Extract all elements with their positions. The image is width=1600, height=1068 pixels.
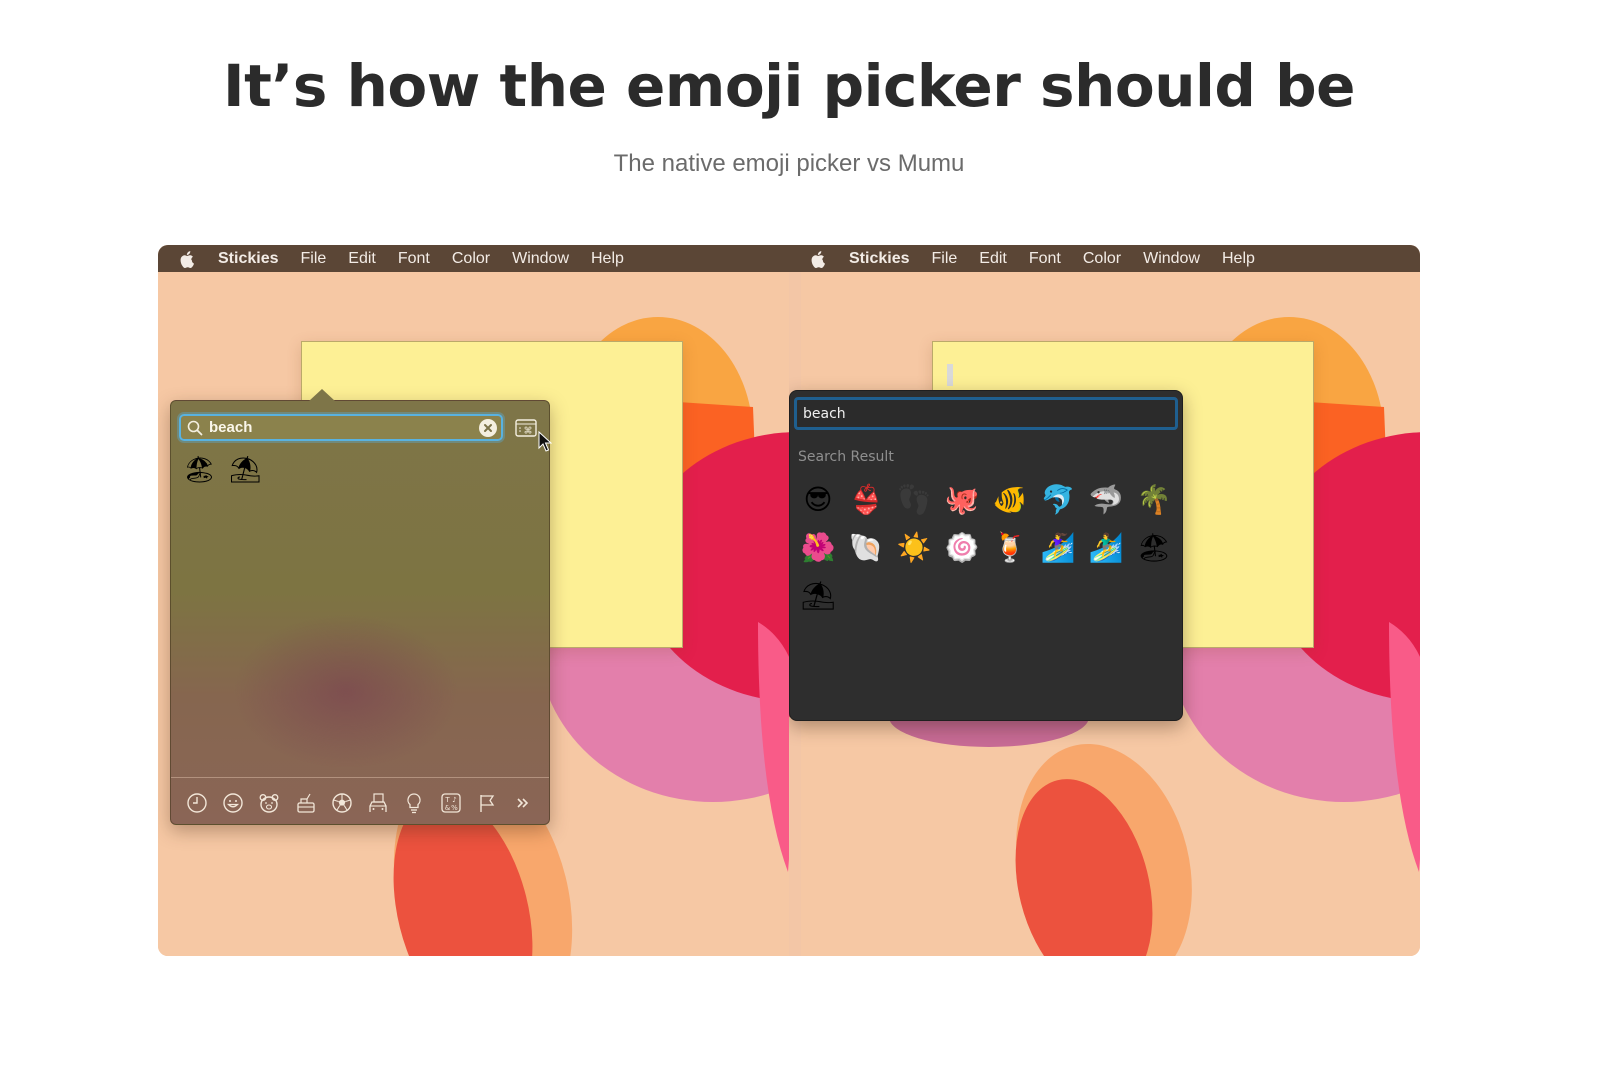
mumu-search-field[interactable]: [794, 397, 1178, 430]
category-smileys[interactable]: [221, 791, 245, 815]
mumu-emoji-picker: Search Result 😎 👙 👣 🐙 🐠 🐬 🦈 🌴 🌺 🐚 ☀️ 🍥 🍹…: [789, 390, 1183, 721]
category-objects[interactable]: [402, 791, 426, 815]
svg-text:%: %: [451, 804, 458, 812]
category-bar: T ♪ &%: [185, 789, 535, 817]
emoji-result-woman-surfing[interactable]: 🏄‍♀️: [1034, 523, 1082, 571]
text-insertion-point: [947, 364, 953, 386]
soccer-ball-icon: [332, 793, 352, 813]
emoji-result-fish-cake[interactable]: 🍥: [938, 523, 986, 571]
emoji-result-umbrella-on-ground[interactable]: ⛱: [794, 571, 842, 619]
svg-text:⌘: ⌘: [524, 427, 533, 437]
native-search-field[interactable]: [179, 414, 503, 441]
page-subheadline: The native emoji picker vs Mumu: [613, 150, 965, 177]
smiley-icon: [223, 793, 243, 813]
native-search-input[interactable]: [209, 419, 459, 436]
lightbulb-icon: [407, 793, 421, 814]
menu-font[interactable]: Font: [398, 250, 430, 268]
menu-help[interactable]: Help: [591, 250, 624, 268]
native-emoji-picker: ⌘ 🏖 ⛱: [170, 389, 550, 825]
menu-edit[interactable]: Edit: [979, 250, 1007, 268]
emoji-result-sun[interactable]: ☀️: [890, 523, 938, 571]
emoji-result-man-surfing[interactable]: 🏄‍♂️: [1082, 523, 1130, 571]
category-activity[interactable]: [330, 791, 354, 815]
emoji-result-footprints[interactable]: 👣: [890, 475, 938, 523]
double-chevron-right-icon: [517, 798, 529, 808]
menu-file[interactable]: File: [931, 250, 957, 268]
clear-search-button[interactable]: [479, 419, 497, 437]
car-building-icon: [369, 793, 387, 812]
apple-logo-icon[interactable]: [180, 250, 196, 268]
flag-icon: [480, 795, 494, 812]
search-icon: [187, 420, 203, 435]
mumu-search-input[interactable]: [803, 405, 1163, 422]
emoji-result-dolphin[interactable]: 🐬: [1034, 475, 1082, 523]
category-more[interactable]: [511, 791, 535, 815]
menu-app-stickies[interactable]: Stickies: [218, 250, 278, 268]
menu-color[interactable]: Color: [1083, 250, 1121, 268]
menu-app-stickies[interactable]: Stickies: [849, 250, 909, 268]
emoji-result-palm-tree[interactable]: 🌴: [1130, 475, 1178, 523]
category-flags[interactable]: [475, 791, 499, 815]
category-recent[interactable]: [185, 791, 209, 815]
apple-logo-icon[interactable]: [811, 250, 827, 268]
category-animals[interactable]: [257, 791, 281, 815]
emoji-result-spiral-shell[interactable]: 🐚: [842, 523, 890, 571]
comparison-screenshot: Stickies File Edit Font Color Window Hel…: [158, 245, 1420, 956]
emoji-result-umbrella-on-ground[interactable]: ⛱: [229, 453, 262, 487]
category-travel[interactable]: [366, 791, 390, 815]
search-result-label: Search Result: [798, 449, 894, 465]
emoji-result-beach-with-umbrella[interactable]: 🏖: [1130, 523, 1178, 571]
mouse-cursor-icon: [538, 431, 552, 452]
emoji-result-shark[interactable]: 🦈: [1082, 475, 1130, 523]
emoji-result-octopus[interactable]: 🐙: [938, 475, 986, 523]
menu-file[interactable]: File: [300, 250, 326, 268]
close-icon: [484, 424, 492, 432]
food-icon: [297, 793, 315, 813]
native-results-list: 🏖 ⛱: [183, 453, 262, 487]
emoji-result-tropical-fish[interactable]: 🐠: [986, 475, 1034, 523]
emoji-result-smiling-face-with-sunglasses[interactable]: 😎: [794, 475, 842, 523]
emoji-result-bikini[interactable]: 👙: [842, 475, 890, 523]
category-symbols[interactable]: T ♪ &%: [439, 791, 463, 815]
mumu-picker-pane: Stickies File Edit Font Color Window Hel…: [789, 245, 1420, 956]
bear-icon: [259, 794, 279, 813]
menu-bar: Stickies File Edit Font Color Window Hel…: [789, 245, 1420, 272]
menu-window[interactable]: Window: [1143, 250, 1200, 268]
menu-help[interactable]: Help: [1222, 250, 1255, 268]
svg-text:♪: ♪: [452, 796, 456, 804]
category-food[interactable]: [294, 791, 318, 815]
native-picker-pane: Stickies File Edit Font Color Window Hel…: [158, 245, 789, 956]
symbols-icon: T ♪&%: [440, 793, 461, 813]
mumu-results-grid: 😎 👙 👣 🐙 🐠 🐬 🦈 🌴 🌺 🐚 ☀️ 🍥 🍹 🏄‍♀️ 🏄‍♂️ 🏖 ⛱: [794, 475, 1178, 619]
emoji-result-beach-with-umbrella[interactable]: 🏖: [183, 453, 216, 487]
popover-pointer: [309, 389, 335, 401]
emoji-result-hibiscus[interactable]: 🌺: [794, 523, 842, 571]
svg-text:T: T: [444, 796, 450, 804]
svg-text:&: &: [444, 804, 450, 812]
menu-window[interactable]: Window: [512, 250, 569, 268]
emoji-result-tropical-drink[interactable]: 🍹: [986, 523, 1034, 571]
clock-icon: [187, 793, 207, 813]
menu-edit[interactable]: Edit: [348, 250, 376, 268]
page-headline: It’s how the emoji picker should be: [223, 52, 1355, 120]
menu-color[interactable]: Color: [452, 250, 490, 268]
menu-bar: Stickies File Edit Font Color Window Hel…: [158, 245, 789, 272]
menu-font[interactable]: Font: [1029, 250, 1061, 268]
character-viewer-icon[interactable]: ⌘: [515, 418, 537, 438]
category-divider: [171, 777, 549, 778]
